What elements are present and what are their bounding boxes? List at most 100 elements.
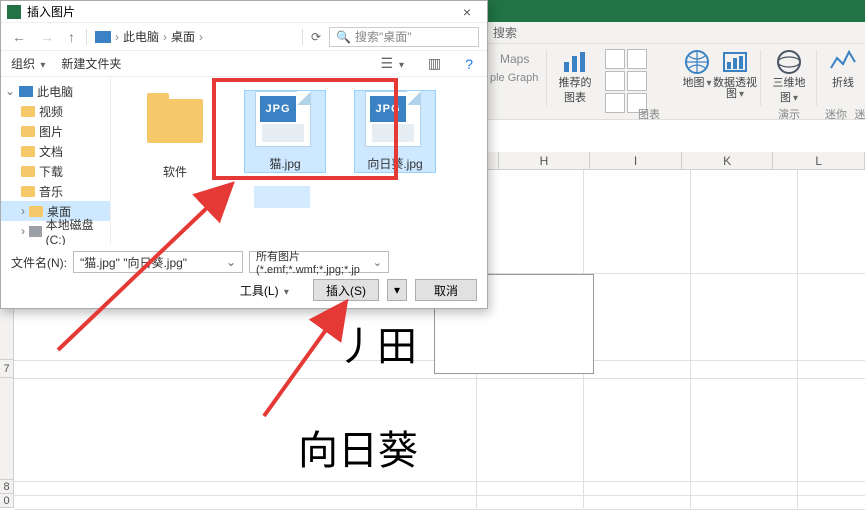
chevron-down-icon[interactable]: ⌄	[226, 255, 236, 269]
chart-type-gallery[interactable]	[604, 48, 668, 108]
chart-type-icon[interactable]	[605, 71, 625, 91]
chevron-down-icon: ▾	[793, 93, 798, 104]
chevron-down-icon: ▾	[739, 89, 744, 100]
sparkline-label: 折线	[820, 78, 865, 89]
row-header[interactable]	[0, 378, 13, 480]
insert-button[interactable]: 插入(S)	[313, 279, 379, 301]
expand-toggle-icon[interactable]: ⌄	[5, 84, 15, 98]
new-folder-button[interactable]: 新建文件夹	[61, 55, 121, 72]
file-item-folder[interactable]: 软件	[135, 91, 215, 180]
nav-tree[interactable]: ⌄此电脑 视频 图片 文档 下载 音乐 ›桌面 ›本地磁盘 (C:)	[1, 77, 111, 245]
row-header[interactable]: 7	[0, 360, 13, 378]
tree-item-downloads[interactable]: 下载	[1, 161, 110, 181]
dialog-search-field[interactable]: 🔍 搜索"桌面"	[329, 27, 479, 47]
folder-icon	[29, 206, 43, 217]
folder-icon	[21, 106, 35, 117]
breadcrumb[interactable]: › 此电脑 › 桌面 ›	[95, 28, 294, 45]
group-label-demo: 演示	[764, 106, 814, 122]
file-item-sunflower-jpg[interactable]: JPG 向日葵.jpg	[355, 91, 435, 172]
column-header[interactable]: I	[590, 152, 682, 169]
breadcrumb-pc[interactable]: 此电脑	[123, 28, 159, 45]
breadcrumb-desktop[interactable]: 桌面	[171, 28, 195, 45]
column-header[interactable]: K	[682, 152, 774, 169]
sparkline-icon	[829, 48, 857, 76]
file-type-filter[interactable]: 所有图片(*.emf;*.wmf;*.jpg;*.jp⌄	[249, 251, 389, 273]
recommended-label-2: 图表	[552, 89, 598, 105]
view-mode-button[interactable]: ☰ ▾	[376, 55, 407, 72]
up-button[interactable]: ↑	[65, 29, 78, 45]
pivot-chart-label: 数据透视图	[713, 77, 757, 100]
globe-3d-icon	[775, 48, 803, 76]
search-icon: 🔍	[336, 30, 351, 44]
close-button[interactable]: ×	[453, 4, 481, 20]
bar-chart-icon	[561, 48, 589, 76]
separator	[86, 29, 87, 45]
recommended-label-1: 推荐的	[552, 78, 598, 89]
ribbon-maps-text[interactable]: Maps	[500, 52, 529, 66]
cell-text-partial: 丿田	[337, 314, 417, 372]
pc-icon	[95, 31, 111, 43]
tree-item-pictures[interactable]: 图片	[1, 121, 110, 141]
insert-split-button[interactable]: ▾	[387, 279, 407, 301]
refresh-button[interactable]: ⟳	[311, 30, 321, 44]
chevron-right-icon: ›	[199, 30, 203, 44]
group-label-charts: 图表	[604, 106, 694, 122]
tree-item-documents[interactable]: 文档	[1, 141, 110, 161]
folder-icon	[21, 186, 35, 197]
excel-app-icon	[7, 5, 21, 19]
ribbon-separator	[546, 50, 547, 106]
recommended-charts-button[interactable]: 推荐的 图表	[552, 48, 598, 105]
globe-icon	[683, 48, 711, 76]
chevron-down-icon: ▾	[284, 287, 289, 298]
file-item-cat-jpg[interactable]: JPG 猫.jpg	[245, 91, 325, 172]
pivot-chart-button[interactable]: 数据透视图▾	[712, 48, 758, 100]
column-header[interactable]: H	[499, 152, 591, 169]
row-header[interactable]: 0	[0, 494, 13, 508]
column-header[interactable]: L	[773, 152, 865, 169]
file-label: 猫.jpg	[245, 155, 325, 172]
row-header[interactable]: 8	[0, 480, 13, 494]
folder-icon	[21, 146, 35, 157]
folder-icon	[21, 166, 35, 177]
ribbon-separator	[760, 50, 761, 106]
organize-button[interactable]: 组织 ▾	[11, 55, 45, 72]
back-button[interactable]: ←	[9, 29, 29, 45]
help-button[interactable]: ?	[461, 56, 477, 72]
filename-input[interactable]: "猫.jpg" "向日葵.jpg"⌄	[73, 251, 243, 273]
tree-item-this-pc[interactable]: ⌄此电脑	[1, 81, 110, 101]
grid-line	[14, 495, 865, 496]
dialog-bottom-bar: 文件名(N): "猫.jpg" "向日葵.jpg"⌄ 所有图片(*.emf;*.…	[1, 245, 487, 301]
file-list[interactable]: 软件 JPG 猫.jpg JPG 向日葵.jpg	[111, 77, 487, 245]
excel-search-label[interactable]: 搜索	[493, 22, 517, 44]
forward-button[interactable]: →	[37, 29, 57, 45]
grid-line	[14, 378, 865, 379]
three-d-label-2: 图	[780, 92, 791, 104]
chevron-down-icon: ▾	[394, 283, 400, 297]
folder-icon	[147, 99, 203, 143]
dialog-titlebar[interactable]: 插入图片 ×	[1, 1, 487, 23]
chevron-down-icon: ⌄	[373, 256, 382, 269]
preview-pane-button[interactable]: ▥	[424, 55, 445, 72]
drag-ghost	[254, 186, 310, 208]
chart-type-icon[interactable]	[605, 49, 625, 69]
chart-type-icon[interactable]	[627, 71, 647, 91]
three-d-map-button[interactable]: 三维地 图▾	[766, 48, 812, 105]
ribbon-peoplegraph-text[interactable]: ple Graph	[490, 72, 538, 84]
grid-line	[690, 170, 691, 508]
tree-item-local-c[interactable]: ›本地磁盘 (C:)	[1, 221, 110, 241]
chevron-right-icon: ›	[115, 30, 119, 44]
tools-menu[interactable]: 工具(L) ▾	[236, 280, 293, 301]
expand-toggle-icon[interactable]: ›	[21, 204, 25, 218]
tree-item-videos[interactable]: 视频	[1, 101, 110, 121]
chart-type-icon[interactable]	[627, 49, 647, 69]
group-label-mini: 迷	[850, 106, 865, 122]
tree-item-music[interactable]: 音乐	[1, 181, 110, 201]
grid-line	[797, 170, 798, 508]
pc-icon	[19, 86, 33, 97]
sparkline-line-button[interactable]: 折线	[820, 48, 865, 89]
jpg-file-icon: JPG	[255, 91, 311, 147]
dialog-title: 插入图片	[27, 3, 75, 20]
pivot-chart-icon	[721, 48, 749, 76]
cancel-button[interactable]: 取消	[415, 279, 477, 301]
expand-toggle-icon[interactable]: ›	[21, 224, 25, 238]
